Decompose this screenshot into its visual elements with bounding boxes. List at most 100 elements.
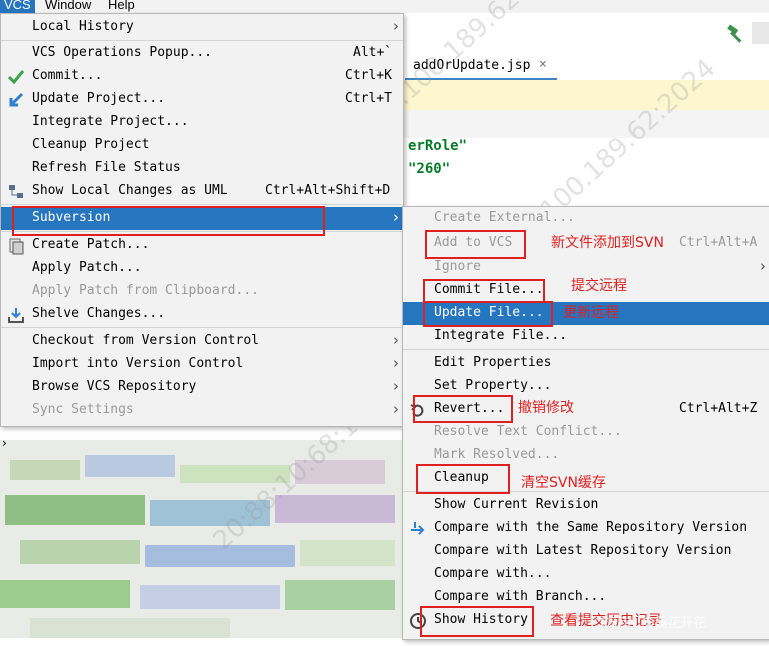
menu-item-cleanup-project[interactable]: Cleanup Project xyxy=(1,134,403,157)
menu-item-label: Ignore xyxy=(434,259,481,274)
menu-item-label: Commit... xyxy=(32,68,103,83)
highlight-cleanup xyxy=(416,464,510,494)
menu-item-label: Resolve Text Conflict... xyxy=(434,424,622,439)
menu-item-commit[interactable]: Commit... Ctrl+K xyxy=(1,65,403,88)
menu-item-show-current-revision[interactable]: Show Current Revision xyxy=(403,494,769,517)
blurred-region xyxy=(0,440,402,638)
menu-item-update-project[interactable]: Update Project... Ctrl+T xyxy=(1,88,403,111)
menu-item-compare-with[interactable]: Compare with... xyxy=(403,563,769,586)
menu-item-checkout[interactable]: Checkout from Version Control › xyxy=(1,330,403,353)
menu-item-integrate-file[interactable]: Integrate File... xyxy=(403,325,769,348)
menu-item-label: Compare with Latest Repository Version xyxy=(434,543,732,558)
submenu-arrow-icon: › xyxy=(393,377,399,395)
uml-diagram-icon xyxy=(9,185,23,198)
menu-item-create-external: Create External... xyxy=(403,207,769,230)
patch-icon xyxy=(9,238,24,255)
code-line-2: "260" xyxy=(408,161,451,177)
code-line-1: erRole" xyxy=(408,138,468,154)
submenu-arrow-icon: › xyxy=(393,17,399,35)
menu-item-sync-settings: Sync Settings › xyxy=(1,399,403,422)
menubar-window[interactable]: Window xyxy=(41,0,95,13)
menu-item-label: Cleanup Project xyxy=(32,137,150,152)
highlight-revert xyxy=(413,395,513,423)
menubar-vcs[interactable]: VCS xyxy=(0,0,35,13)
csdn-credit: CSDN @桑花开花 xyxy=(600,616,707,631)
submenu-arrow-icon: › xyxy=(393,331,399,349)
menu-item-shortcut: Ctrl+Alt+Shift+D xyxy=(265,183,391,198)
menu-item-vcs-operations-popup[interactable]: VCS Operations Popup... Alt+` xyxy=(1,42,403,65)
menu-item-label: Import into Version Control xyxy=(32,356,244,371)
menu-item-import[interactable]: Import into Version Control › xyxy=(1,353,403,376)
submenu-arrow-icon: › xyxy=(393,354,399,372)
menu-separator xyxy=(1,204,403,205)
submenu-arrow-icon: › xyxy=(760,257,766,275)
menu-item-label: VCS Operations Popup... xyxy=(32,45,213,60)
subversion-menu: Create External... Add to VCS Ctrl+Alt+A… xyxy=(402,206,769,640)
menu-item-resolve-conflict: Resolve Text Conflict... xyxy=(403,421,769,444)
shelve-icon xyxy=(8,308,24,323)
submenu-arrow-icon: › xyxy=(393,208,399,226)
menu-item-label: Compare with Branch... xyxy=(434,589,607,604)
highlight-update-file xyxy=(423,301,553,327)
highlight-add-to-vcs xyxy=(425,230,526,259)
menu-item-compare-same-version[interactable]: Compare with the Same Repository Version xyxy=(403,517,769,540)
menu-separator xyxy=(403,349,769,350)
highlight-subversion xyxy=(12,206,325,236)
submenu-arrow-icon: › xyxy=(393,400,399,418)
editor-gutter-strip xyxy=(402,110,769,138)
menu-item-label: Compare with... xyxy=(434,566,552,581)
caret-icon: › xyxy=(2,436,7,450)
menu-item-label: Update Project... xyxy=(32,91,166,106)
note-update-remote: 更新远程 xyxy=(563,305,619,321)
menu-item-label: Apply Patch from Clipboard... xyxy=(32,283,259,298)
menu-item-label: Edit Properties xyxy=(434,355,552,370)
menu-item-label: Show Local Changes as UML xyxy=(32,183,228,198)
menu-item-label: Create Patch... xyxy=(32,237,150,252)
update-arrow-icon xyxy=(9,92,24,107)
highlight-show-history xyxy=(420,606,534,637)
menu-item-label: Apply Patch... xyxy=(32,260,142,275)
menu-item-label: Set Property... xyxy=(434,378,552,393)
menu-separator xyxy=(1,327,403,328)
build-hammer-icon[interactable] xyxy=(726,24,746,44)
menu-item-shortcut: Ctrl+K xyxy=(345,68,392,83)
menu-item-label: Compare with the Same Repository Version xyxy=(434,520,748,535)
highlight-commit-file xyxy=(423,279,545,303)
note-revert-changes: 撤销修改 xyxy=(518,400,574,416)
menu-item-apply-patch-clipboard: Apply Patch from Clipboard... xyxy=(1,280,403,303)
menu-item-refresh-file-status[interactable]: Refresh File Status xyxy=(1,157,403,180)
menubar: VCS Window Help xyxy=(0,0,769,13)
menu-item-label: Integrate Project... xyxy=(32,114,189,129)
menu-item-shelve-changes[interactable]: Shelve Changes... xyxy=(1,303,403,326)
toolbar-edge xyxy=(752,22,769,44)
menu-item-shortcut: Ctrl+Alt+Z xyxy=(679,401,758,416)
menu-item-shortcut: Alt+` xyxy=(353,45,393,60)
menu-item-label: Checkout from Version Control xyxy=(32,333,259,348)
menubar-help[interactable]: Help xyxy=(104,0,139,13)
menu-item-shortcut: Ctrl+Alt+A xyxy=(679,235,758,250)
menu-item-shortcut: Ctrl+T xyxy=(345,91,392,106)
menu-item-label: Mark Resolved... xyxy=(434,447,560,462)
menu-item-apply-patch[interactable]: Apply Patch... xyxy=(1,257,403,280)
note-commit-remote: 提交远程 xyxy=(571,278,627,294)
menu-item-edit-properties[interactable]: Edit Properties xyxy=(403,352,769,375)
tab-close-icon[interactable]: × xyxy=(539,57,547,72)
menu-item-label: Local History xyxy=(32,19,134,34)
menu-item-integrate-project[interactable]: Integrate Project... xyxy=(1,111,403,134)
menu-item-create-patch[interactable]: Create Patch... xyxy=(1,234,403,257)
menu-item-label: Integrate File... xyxy=(434,328,568,343)
menu-item-label: Sync Settings xyxy=(32,402,134,417)
note-clear-svn-cache: 清空SVN缓存 xyxy=(521,475,606,491)
menu-item-local-history[interactable]: Local History › xyxy=(1,16,403,39)
menu-item-browse-repository[interactable]: Browse VCS Repository › xyxy=(1,376,403,399)
menu-separator xyxy=(1,40,403,41)
menu-item-label: Show Current Revision xyxy=(434,497,599,512)
commit-check-icon xyxy=(7,70,25,85)
menu-item-show-local-changes-uml[interactable]: Show Local Changes as UML Ctrl+Alt+Shift… xyxy=(1,180,403,203)
menu-item-label: Browse VCS Repository xyxy=(32,379,197,394)
editor-notice-strip xyxy=(402,80,769,110)
note-add-to-svn: 新文件添加到SVN xyxy=(551,235,664,251)
compare-arrows-icon xyxy=(411,522,425,535)
menu-item-label: Refresh File Status xyxy=(32,160,181,175)
menu-item-compare-latest[interactable]: Compare with Latest Repository Version xyxy=(403,540,769,563)
